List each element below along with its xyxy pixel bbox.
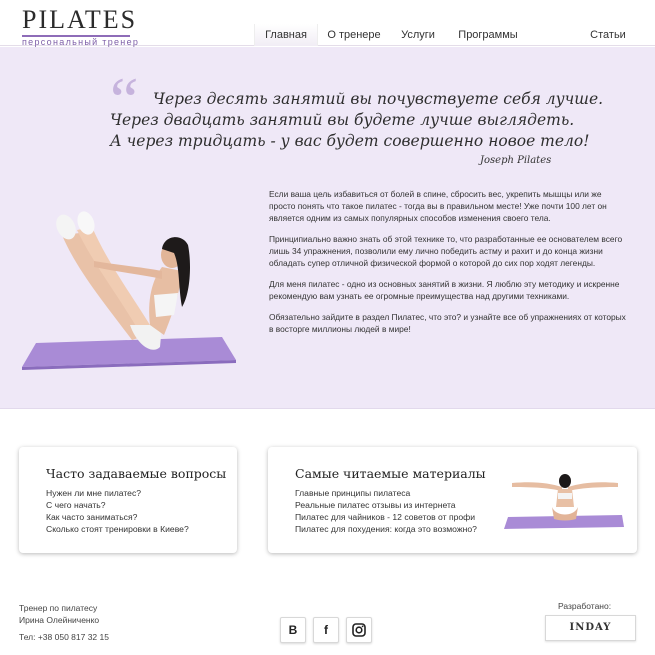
facebook-icon[interactable]: f: [313, 617, 339, 643]
faq-link[interactable]: Как часто заниматься?: [46, 511, 189, 523]
faq-title: Часто задаваемые вопросы: [46, 466, 227, 481]
developer-button[interactable]: INDAY: [545, 615, 636, 641]
footer-phone: Тел: +38 050 817 32 15: [19, 632, 109, 642]
sports-top: [154, 293, 178, 317]
hero-paragraph-2: Принципиально важно знать об этой техник…: [269, 234, 623, 268]
instagram-icon[interactable]: [346, 617, 372, 643]
faq-link[interactable]: Сколько стоят тренировки в Киеве?: [46, 523, 189, 535]
popular-link[interactable]: Реальные пилатес отзывы из интернета: [295, 499, 477, 511]
footer-trainer: Тренер по пилатесу Ирина Олейниченко: [19, 602, 99, 626]
trainer-name: Ирина Олейниченко: [19, 615, 100, 625]
site-header: PILATES персональный тренер Главная О тр…: [0, 0, 655, 47]
hair: [559, 474, 571, 488]
faq-link[interactable]: С чего начать?: [46, 499, 189, 511]
quote-author: Joseph Pilates: [480, 155, 552, 166]
popular-pilates-photo: [504, 474, 624, 529]
quote-line-1: Через десять занятий вы почувствуете себ…: [153, 90, 604, 108]
popular-link[interactable]: Пилатес для чайников - 12 советов от про…: [295, 511, 477, 523]
hero-paragraph-1: Если ваша цель избавиться от болей в спи…: [269, 189, 607, 223]
quote-line-2: Через двадцать занятий вы будете лучше в…: [110, 111, 575, 129]
popular-link[interactable]: Главные принципы пилатеса: [295, 487, 477, 499]
instagram-glyph: [352, 623, 366, 637]
popular-link[interactable]: Пилатес для похудения: когда это возможн…: [295, 523, 477, 535]
faq-list: Нужен ли мне пилатес? С чего начать? Как…: [46, 487, 189, 535]
hero-pilates-photo: [22, 211, 236, 370]
hero-paragraph-3: Для меня пилатес - одно из основных заня…: [269, 279, 620, 301]
nav-item-services[interactable]: Услуги: [392, 24, 444, 46]
main-nav: Главная О тренере Услуги Программы Стать…: [0, 24, 655, 46]
nav-item-home[interactable]: Главная: [254, 24, 318, 46]
developer-label: Разработано:: [558, 601, 612, 611]
vk-icon[interactable]: В: [280, 617, 306, 643]
popular-list: Главные принципы пилатеса Реальные пилат…: [295, 487, 477, 535]
nav-item-programs[interactable]: Программы: [452, 24, 524, 46]
hero-text: Если ваша цель избавиться от болей в спи…: [269, 188, 627, 344]
faq-card: Часто задаваемые вопросы Нужен ли мне пи…: [19, 447, 237, 553]
quote-line-3: А через тридцать - у вас будет совершенн…: [110, 132, 590, 150]
trainer-title: Тренер по пилатесу: [19, 603, 98, 613]
nav-item-articles[interactable]: Статьи: [584, 24, 632, 46]
nav-item-about[interactable]: О тренере: [322, 24, 386, 46]
faq-link[interactable]: Нужен ли мне пилатес?: [46, 487, 189, 499]
popular-card: Самые читаемые материалы Главные принцип…: [268, 447, 637, 553]
hero-quote: Через десять занятий вы почувствуете себ…: [110, 89, 603, 152]
hero-paragraph-4: Обязательно зайдите в раздел Пилатес, чт…: [269, 312, 626, 334]
popular-title: Самые читаемые материалы: [295, 466, 486, 481]
